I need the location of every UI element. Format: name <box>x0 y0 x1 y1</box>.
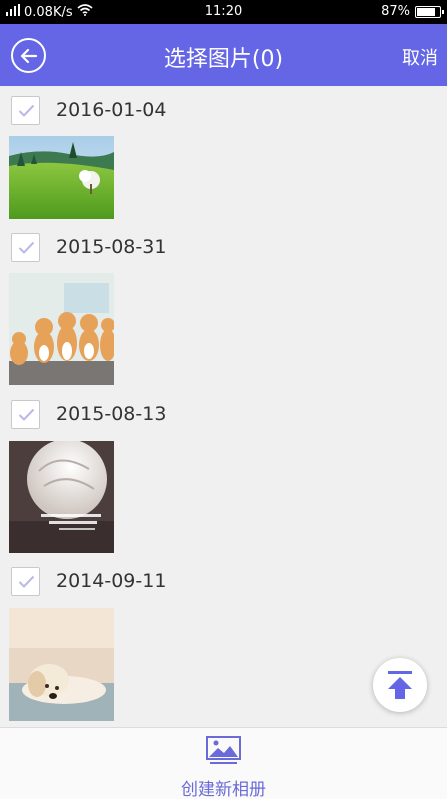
clock: 11:20 <box>204 4 243 19</box>
photo-thumbnail-kittens[interactable] <box>9 273 116 385</box>
date-label: 2015-08-31 <box>56 236 167 258</box>
photo-thumbnail-puppy[interactable] <box>9 608 114 721</box>
create-album-button[interactable]: 创建新相册 <box>150 728 297 799</box>
photo-thumbnail-white-rose[interactable] <box>9 439 114 553</box>
date-label: 2014-09-11 <box>56 570 167 592</box>
date-group-header: 2014-09-11 <box>11 566 166 596</box>
date-group-header: 2015-08-31 <box>11 232 166 262</box>
scroll-to-top-button[interactable] <box>373 658 427 712</box>
album-icon <box>206 736 241 764</box>
date-group-header: 2015-08-13 <box>11 399 166 429</box>
page-title: 选择图片(0) <box>163 47 284 72</box>
status-bar: 0.08K/s 11:20 87% <box>0 0 447 24</box>
check-icon <box>18 408 35 421</box>
app-bar: 选择图片(0) 取消 <box>0 24 447 86</box>
group-checkbox[interactable] <box>11 95 40 125</box>
date-label: 2016-01-04 <box>56 99 167 121</box>
cancel-button[interactable]: 取消 <box>402 44 438 70</box>
battery-icon <box>415 5 444 18</box>
check-icon <box>18 104 35 117</box>
group-checkbox[interactable] <box>11 232 40 262</box>
date-label: 2015-08-13 <box>56 403 167 425</box>
photo-thumbnail-green-hill[interactable] <box>9 136 114 219</box>
check-icon <box>18 241 35 254</box>
create-album-label: 创建新相册 <box>181 780 266 799</box>
check-icon <box>18 575 35 588</box>
group-checkbox[interactable] <box>11 399 40 429</box>
bottom-bar: 创建新相册 <box>0 727 447 799</box>
date-group-header: 2016-01-04 <box>11 95 166 125</box>
battery-percent: 87% <box>381 4 410 19</box>
group-checkbox[interactable] <box>11 566 40 596</box>
arrow-up-to-top-icon <box>388 671 412 699</box>
photo-list: 2016-01-04 2015-08-31 2015-08-13 2014-09… <box>0 86 447 727</box>
